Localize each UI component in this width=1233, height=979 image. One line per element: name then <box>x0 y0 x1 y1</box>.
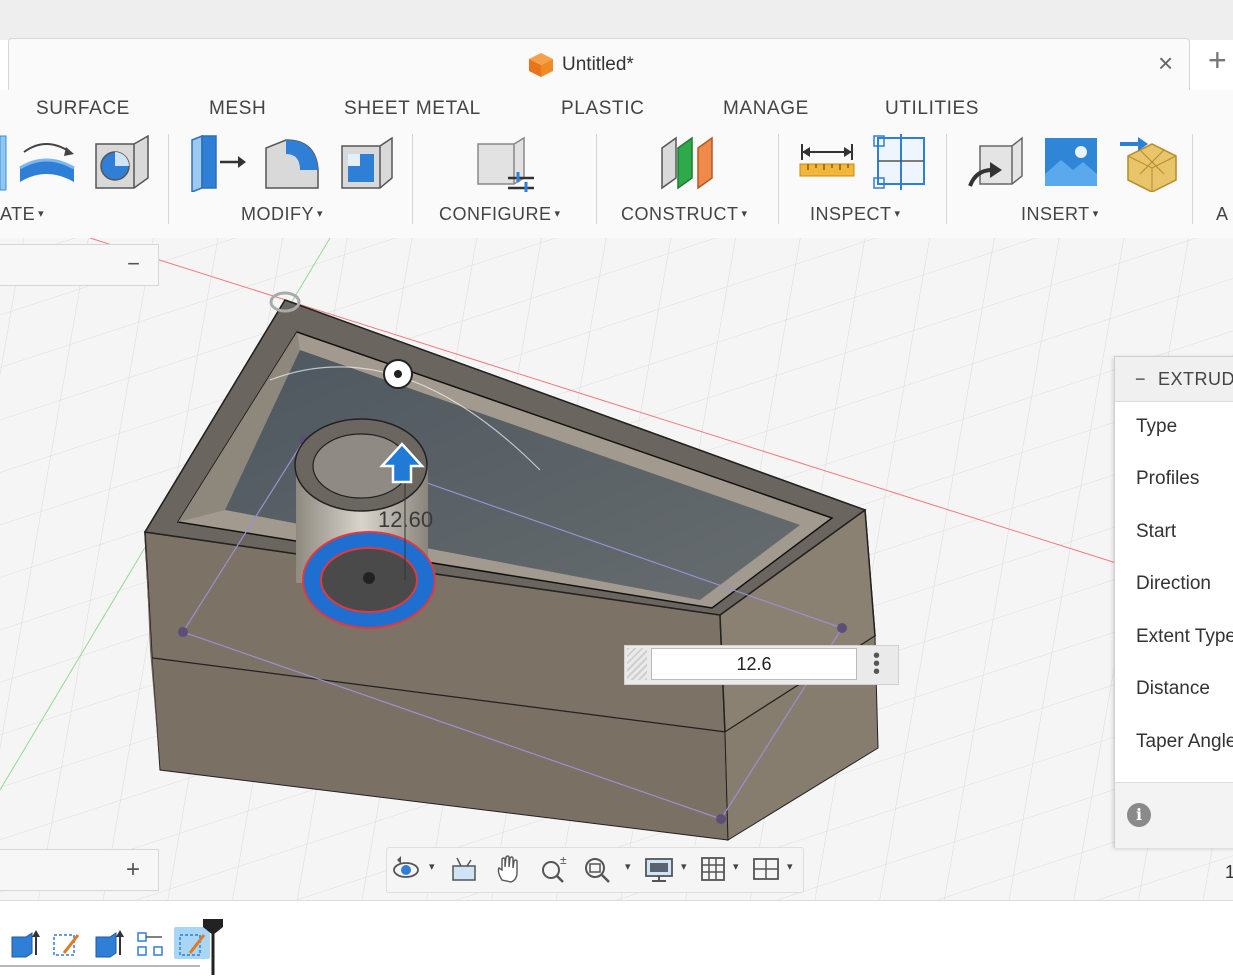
insert-mesh-icon[interactable] <box>1118 134 1180 192</box>
plus-icon[interactable]: + <box>1208 44 1227 76</box>
offset-plane-icon[interactable] <box>656 134 718 192</box>
group-inspect-label[interactable]: INSPECT ▾ <box>810 204 901 225</box>
tab-surface[interactable]: SURFACE <box>36 98 130 120</box>
field-taper-angle-label: Taper Angle <box>1136 731 1233 752</box>
coil-icon[interactable] <box>90 134 152 192</box>
timeline-marker-icon[interactable] <box>201 917 225 977</box>
create-tool-selected-icon[interactable] <box>0 134 8 192</box>
pan-icon[interactable] <box>493 854 523 884</box>
chevron-down-icon[interactable]: ▾ <box>733 860 739 873</box>
extrude-footer: i <box>1115 782 1233 848</box>
timeline-track <box>0 965 200 967</box>
model-scene[interactable]: 12.60 <box>0 238 1233 900</box>
timeline-extrude-icon[interactable] <box>92 927 124 959</box>
tab-utilities[interactable]: UTILITIES <box>885 98 979 120</box>
ribbon-separator <box>412 134 413 224</box>
field-distance-label: Distance <box>1136 678 1210 699</box>
timeline <box>0 900 1233 979</box>
info-icon[interactable]: i <box>1127 803 1151 827</box>
collapse-icon[interactable]: − <box>1135 369 1146 390</box>
tab-plastic[interactable]: PLASTIC <box>561 98 644 120</box>
chevron-down-icon[interactable]: ▾ <box>787 860 793 873</box>
comments-panel[interactable]: + <box>0 849 159 891</box>
group-create-label[interactable]: ATE ▾ <box>0 204 44 225</box>
chevron-down-icon[interactable]: ▾ <box>429 860 435 873</box>
document-title: Untitled* <box>562 54 634 75</box>
window-top-strip <box>0 0 1233 40</box>
field-type-label: Type <box>1136 416 1178 437</box>
field-extent-type-label: Extent Type <box>1136 626 1233 647</box>
extrude-header[interactable]: − EXTRUDE <box>1115 357 1233 402</box>
insert-derive-icon[interactable] <box>966 134 1028 192</box>
field-profiles-label: Profiles <box>1136 468 1200 489</box>
ribbon-separator <box>778 134 779 224</box>
shell-icon[interactable] <box>336 134 398 192</box>
group-next-label[interactable]: A <box>1216 204 1229 225</box>
close-icon[interactable]: × <box>1158 50 1173 76</box>
timeline-extrude-icon[interactable] <box>8 927 40 959</box>
chevron-down-icon[interactable]: ▾ <box>625 860 631 873</box>
ribbon-separator <box>168 134 169 224</box>
viewports-icon[interactable] <box>751 854 781 884</box>
more-options-icon[interactable]: • • • <box>873 646 881 682</box>
chevron-down-icon[interactable]: ▾ <box>681 860 687 873</box>
distance-input[interactable] <box>651 648 857 680</box>
zoom-icon[interactable]: ± <box>539 854 571 884</box>
document-title-area: Untitled* <box>528 52 634 78</box>
tab-mesh[interactable]: MESH <box>209 98 266 120</box>
canvas-image-icon[interactable] <box>1041 134 1103 192</box>
ribbon-separator <box>596 134 597 224</box>
measure-icon[interactable] <box>796 134 858 192</box>
tab-manage[interactable]: MANAGE <box>723 98 809 120</box>
tab-sheet-metal[interactable]: SHEET METAL <box>344 98 481 120</box>
fit-icon[interactable] <box>583 854 615 884</box>
cube-icon <box>529 53 553 77</box>
toolbar-ribbon: SURFACE MESH SHEET METAL PLASTIC MANAGE … <box>0 90 1233 239</box>
sweep-icon[interactable] <box>16 134 78 192</box>
distance-input-box: ••• <box>624 645 899 685</box>
field-start-label: Start <box>1136 521 1177 542</box>
press-pull-icon[interactable] <box>186 134 248 192</box>
drag-handle-icon[interactable] <box>627 648 647 680</box>
group-insert-label[interactable]: INSERT ▾ <box>1021 204 1099 225</box>
group-modify-label[interactable]: MODIFY ▾ <box>241 204 323 225</box>
grid-icon[interactable] <box>699 854 727 884</box>
section-analysis-icon[interactable] <box>872 134 934 192</box>
dimension-label: 12.60 <box>378 507 433 532</box>
orbit-icon[interactable] <box>391 854 421 884</box>
status-indicator: 1 <box>1225 862 1233 882</box>
svg-text:±: ± <box>560 854 567 867</box>
display-settings-icon[interactable] <box>643 854 675 884</box>
field-direction-label: Direction <box>1136 573 1211 594</box>
ribbon-separator <box>1192 134 1193 224</box>
navigation-bar: ▾ ± ▾ ▾ ▾ ▾ <box>386 847 804 893</box>
extrude-dialog: − EXTRUDE Type Profiles Start Direction … <box>1114 356 1233 848</box>
timeline-pattern-icon[interactable] <box>134 927 166 959</box>
look-at-icon[interactable] <box>449 854 479 884</box>
browser-panel[interactable]: − <box>0 244 159 286</box>
minimize-icon[interactable]: − <box>127 251 140 277</box>
add-comment-icon[interactable]: + <box>126 856 140 884</box>
canvas-viewport[interactable]: 12.60 <box>0 238 1233 900</box>
fillet-icon[interactable] <box>260 134 322 192</box>
ribbon-separator <box>946 134 947 224</box>
group-construct-label[interactable]: CONSTRUCT ▾ <box>621 204 748 225</box>
extrude-title: EXTRUDE <box>1158 368 1233 389</box>
timeline-sketch-icon[interactable] <box>50 927 82 959</box>
group-configure-label[interactable]: CONFIGURE ▾ <box>439 204 561 225</box>
configure-icon[interactable] <box>474 134 536 192</box>
